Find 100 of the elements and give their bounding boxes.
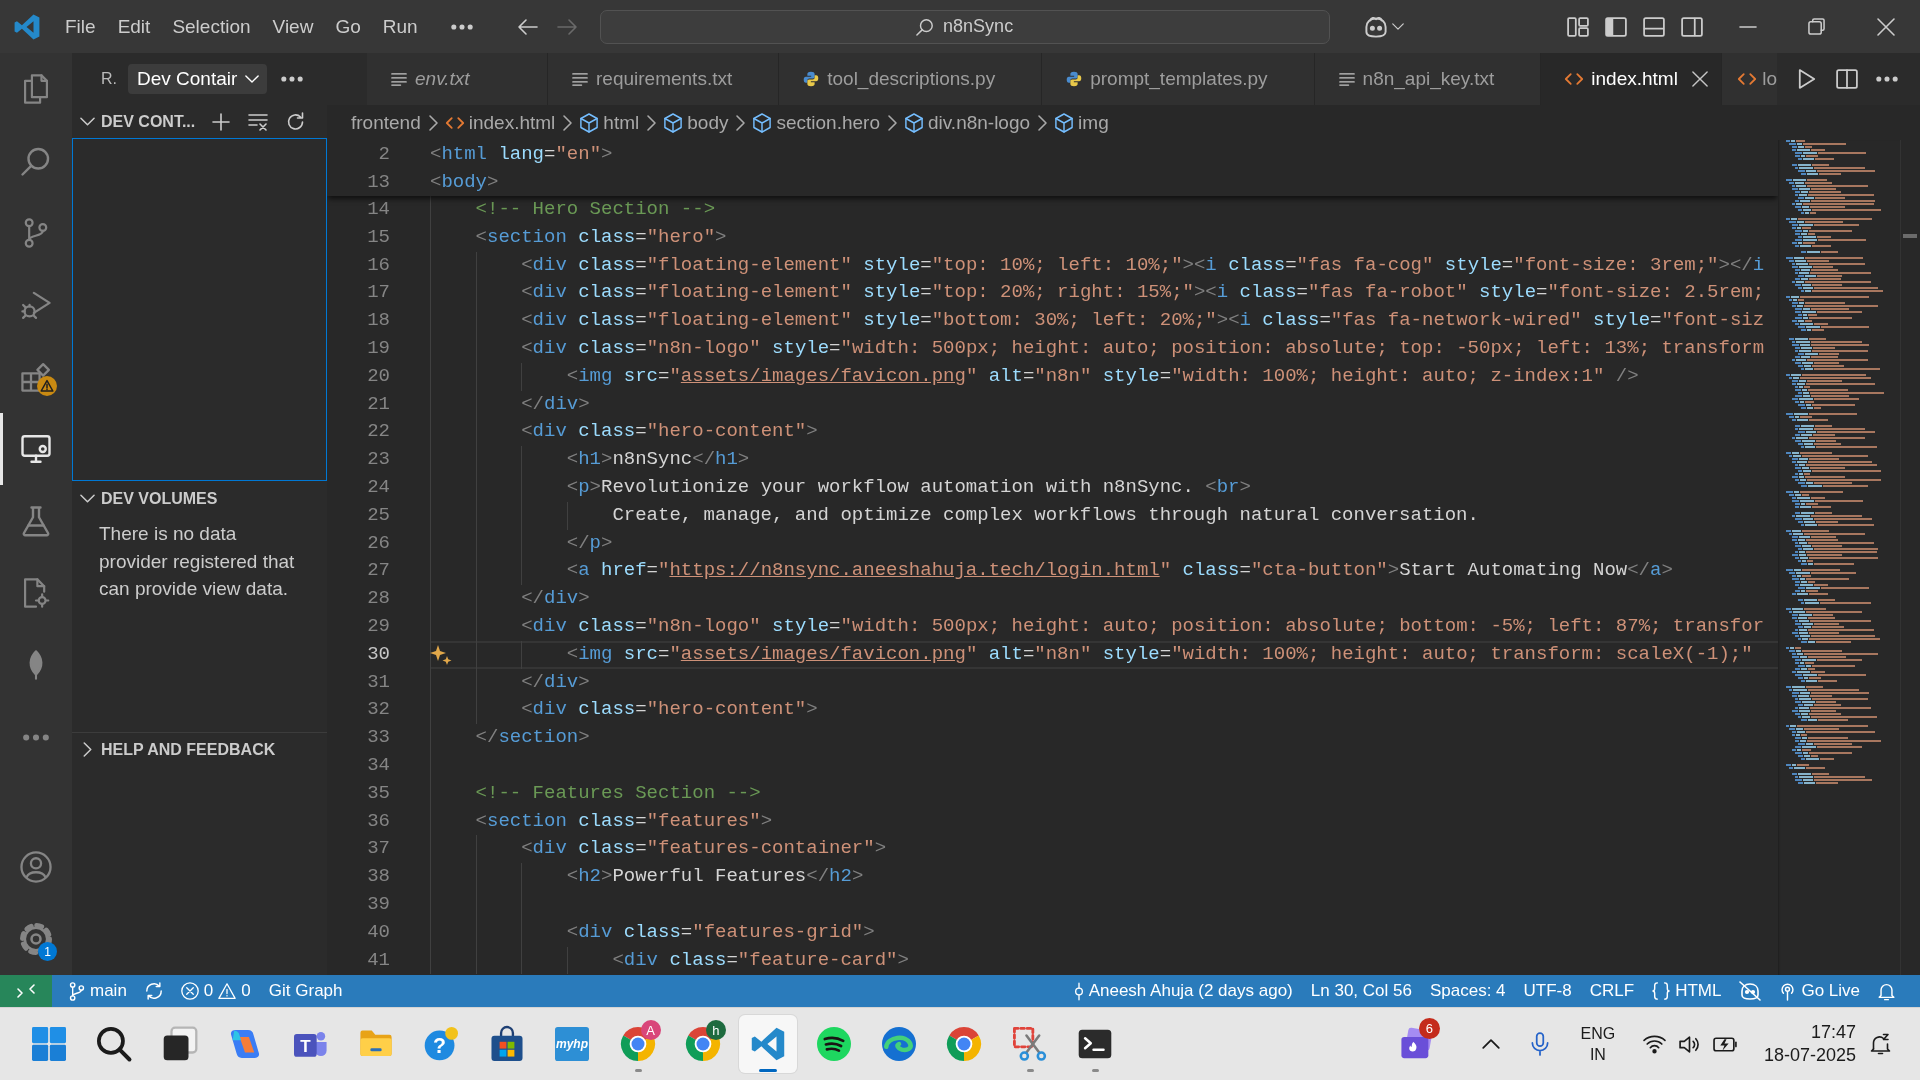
line-number: 29 <box>366 613 390 639</box>
speaker-icon <box>1677 1034 1701 1054</box>
refresh-icon <box>285 112 305 131</box>
menu-item[interactable]: Selection <box>161 9 262 44</box>
status-item[interactable]: Git Graph <box>259 975 352 1007</box>
editor-tab[interactable]: prompt_templates.py <box>1042 53 1315 105</box>
close-icon <box>1876 17 1895 36</box>
editor-tab[interactable]: requirements.txt <box>548 53 780 105</box>
more-icon <box>451 24 472 29</box>
code-line: <div class="n8n-logo" style="width: 500px; height: auto; position: absolute; bottom: -5%; left: 87%; transfor <box>521 613 1765 639</box>
ribbon-logo-icon <box>751 1027 786 1061</box>
text-file-icon <box>391 72 407 86</box>
menu-item[interactable]: Run <box>371 9 429 44</box>
settings-icon <box>20 923 52 955</box>
menu-item[interactable]: Edit <box>106 9 162 44</box>
code-line: <h2>Powerful Features</h2> <box>566 864 864 890</box>
status-item[interactable]: Spaces: 4 <box>1420 975 1515 1007</box>
search-icon <box>97 1027 132 1061</box>
breadcrumb[interactable]: index.html <box>445 111 556 134</box>
chevron-right-icon <box>1038 114 1048 131</box>
status-item[interactable]: CRLF <box>1580 975 1644 1007</box>
taskbar-button[interactable]: myhp <box>543 1015 602 1073</box>
breadcrumb[interactable]: body <box>664 111 729 134</box>
play-icon <box>1798 69 1816 89</box>
editor-tab[interactable]: tool_descriptions.py <box>779 53 1043 105</box>
code-line: <div class="features-container"> <box>521 836 887 862</box>
code-line: <div class="hero-content"> <box>521 419 818 445</box>
breadcrumb[interactable]: frontend <box>351 111 421 134</box>
branch-status[interactable]: main <box>60 975 136 1007</box>
code-file-icon <box>803 71 820 87</box>
taskbar-button[interactable]: ? <box>412 1015 471 1073</box>
warning-icon <box>218 982 237 1000</box>
line-number: 38 <box>366 864 390 890</box>
line-number: 35 <box>366 780 390 806</box>
more-icon <box>24 734 48 740</box>
section-header[interactable]: HELP AND FEEDBACK <box>72 733 327 766</box>
problems-status[interactable]: 0 0 <box>171 975 260 1007</box>
line-number: 15 <box>366 224 390 250</box>
line-number: 20 <box>366 363 390 389</box>
language-mode-status[interactable]: HTML <box>1643 975 1731 1007</box>
monitor-icon <box>21 434 51 464</box>
clear-list-icon <box>248 112 268 131</box>
menu-item[interactable]: Go <box>324 9 372 44</box>
cube-icon <box>1055 112 1074 133</box>
code-line: <div class="floating-element" style="top: 20%; right: 15%;"><i class="fas fa-robot" style="font-size: 2.5rem; <box>521 280 1765 306</box>
view-picker[interactable]: Dev Contair <box>128 64 268 94</box>
search-icon <box>21 146 51 176</box>
taskbar-button[interactable]: h <box>673 1015 732 1073</box>
tray-app-button[interactable]: 6 <box>1391 1015 1442 1073</box>
menu-item[interactable]: View <box>261 9 325 44</box>
code-line: <div class="floating-element" style="bottom: 30%; left: 20%;"><i class="fas fa-network-wired" style="font-siz <box>521 308 1765 334</box>
chevron-down-icon <box>1391 23 1404 30</box>
breadcrumb[interactable]: div.n8n-logo <box>904 111 1031 134</box>
status-item[interactable]: Ln 30, Col 56 <box>1301 975 1421 1007</box>
go-live-button[interactable]: Go Live <box>1770 975 1869 1007</box>
line-number: 26 <box>366 530 390 556</box>
wordmark-tile-icon: myhp <box>555 1027 590 1061</box>
command-center[interactable]: n8nSync <box>599 9 1330 44</box>
remote-button[interactable] <box>0 975 52 1007</box>
account-icon <box>20 851 52 883</box>
scrollbar-thumb[interactable] <box>1903 234 1917 238</box>
breadcrumb[interactable]: html <box>580 111 640 134</box>
sidebar-title: R. <box>101 70 117 88</box>
taskbar-button[interactable]: T <box>281 1015 340 1073</box>
editor-tab[interactable]: lo <box>1722 53 1778 105</box>
breadcrumb[interactable]: img <box>1055 111 1109 134</box>
branch-icon <box>69 981 85 1001</box>
split-editor-icon <box>1836 69 1858 89</box>
code-line: <div class="feature-card"> <box>612 947 909 973</box>
editor-tab[interactable]: env.txt <box>367 53 548 105</box>
menu-item[interactable]: File <box>54 9 107 44</box>
line-number: 16 <box>366 252 390 278</box>
robot-face-icon <box>1363 15 1388 38</box>
status-item[interactable]: UTF-8 <box>1514 975 1581 1007</box>
blame-status[interactable]: Aneesh Ahuja (2 days ago) <box>1064 975 1302 1007</box>
line-number: 39 <box>366 891 390 917</box>
close-tab-button[interactable] <box>1689 69 1710 89</box>
code-line: <div class="hero-content"> <box>521 697 818 723</box>
line-number: 36 <box>366 808 390 834</box>
line-number: 13 <box>366 170 390 195</box>
code-line: <h1>n8nSync</h1> <box>566 447 750 473</box>
files-icon <box>21 74 51 104</box>
overlapping-squares-icon <box>162 1027 197 1061</box>
app-logo-icon <box>14 13 40 40</box>
clock-button[interactable]: 17:47 18-07-2025 <box>1755 1015 1864 1073</box>
breadcrumb[interactable]: section.hero <box>753 111 880 134</box>
editor-tab[interactable]: n8n_api_key.txt <box>1314 53 1542 105</box>
wave-swirl-icon <box>882 1027 917 1061</box>
code-line: <div class="floating-element" style="top: 10%; left: 10%;"><i class="fas fa-cog" style="font-size: 3rem;"></i <box>521 252 1765 278</box>
taskbar-button[interactable]: A <box>608 1015 667 1073</box>
empty-view-message: There is no data provider registered that can provide view data. <box>98 522 296 601</box>
settings-button[interactable]: 1 <box>0 903 72 975</box>
section-header[interactable]: DEV CONT... <box>72 105 206 138</box>
section-header[interactable]: DEV VOLUMES <box>72 482 327 515</box>
code-line: <div class="features-grid"> <box>566 919 875 945</box>
document-gear-icon <box>21 578 51 608</box>
input-language-button[interactable]: ENG IN <box>1570 1015 1625 1073</box>
code-line: <!-- Features Section --> <box>475 780 761 806</box>
sidebar-right-icon <box>1681 16 1703 37</box>
waves-circle-icon <box>816 1027 851 1061</box>
